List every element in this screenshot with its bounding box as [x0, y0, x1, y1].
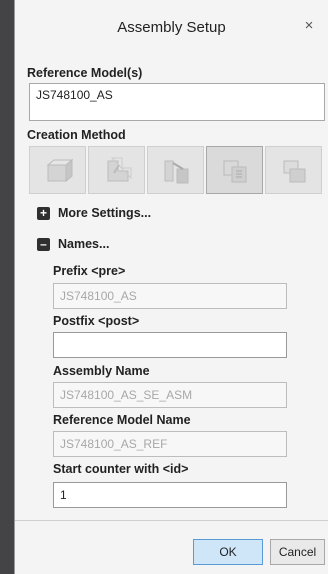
cancel-button[interactable]: Cancel: [270, 539, 325, 565]
more-settings-label[interactable]: More Settings...: [58, 206, 151, 220]
reference-model-name-label: Reference Model Name: [53, 413, 191, 427]
background-window-edge: [0, 0, 14, 574]
copy-part-icon: [46, 158, 73, 183]
assembly-name-input[interactable]: JS748100_AS_SE_ASM: [53, 382, 287, 408]
split-button[interactable]: [147, 146, 204, 194]
reference-models-list[interactable]: JS748100_AS: [29, 83, 325, 121]
assembly-reference-button[interactable]: [206, 146, 263, 194]
ok-button[interactable]: OK: [193, 539, 263, 565]
split-icon: [164, 160, 188, 184]
merge-button[interactable]: [265, 146, 322, 194]
dialog-title: Assembly Setup: [117, 19, 226, 36]
reference-model-name-input[interactable]: JS748100_AS_REF: [53, 431, 287, 457]
creation-method-buttons: [29, 146, 325, 194]
more-settings-toggle[interactable]: + More Settings...: [37, 206, 151, 220]
shrinkwrap-button[interactable]: [88, 146, 145, 194]
shrinkwrap-icon: [107, 157, 131, 182]
expand-plus-icon[interactable]: +: [37, 206, 50, 220]
assembly-name-label: Assembly Name: [53, 364, 150, 378]
reference-model-item[interactable]: JS748100_AS: [36, 88, 113, 102]
footer-divider: [15, 520, 328, 521]
creation-method-label: Creation Method: [27, 128, 126, 142]
close-icon[interactable]: ×: [300, 17, 318, 35]
names-toggle[interactable]: – Names...: [37, 237, 109, 251]
postfix-label: Postfix <post>: [53, 314, 140, 328]
reference-models-label: Reference Model(s): [27, 66, 143, 80]
names-label[interactable]: Names...: [58, 237, 109, 251]
copy-part-button[interactable]: [29, 146, 86, 194]
prefix-label: Prefix <pre>: [53, 264, 126, 278]
collapse-minus-icon[interactable]: –: [37, 237, 50, 251]
postfix-input[interactable]: [53, 332, 287, 358]
prefix-input[interactable]: JS748100_AS: [53, 283, 287, 309]
start-counter-label: Start counter with <id>: [53, 462, 189, 476]
dialog-titlebar: Assembly Setup ×: [15, 0, 328, 58]
assembly-setup-dialog: Assembly Setup × Reference Model(s) JS74…: [14, 0, 328, 574]
assembly-reference-icon: [223, 160, 246, 183]
merge-icon: [283, 160, 305, 183]
start-counter-input[interactable]: 1: [53, 482, 287, 508]
